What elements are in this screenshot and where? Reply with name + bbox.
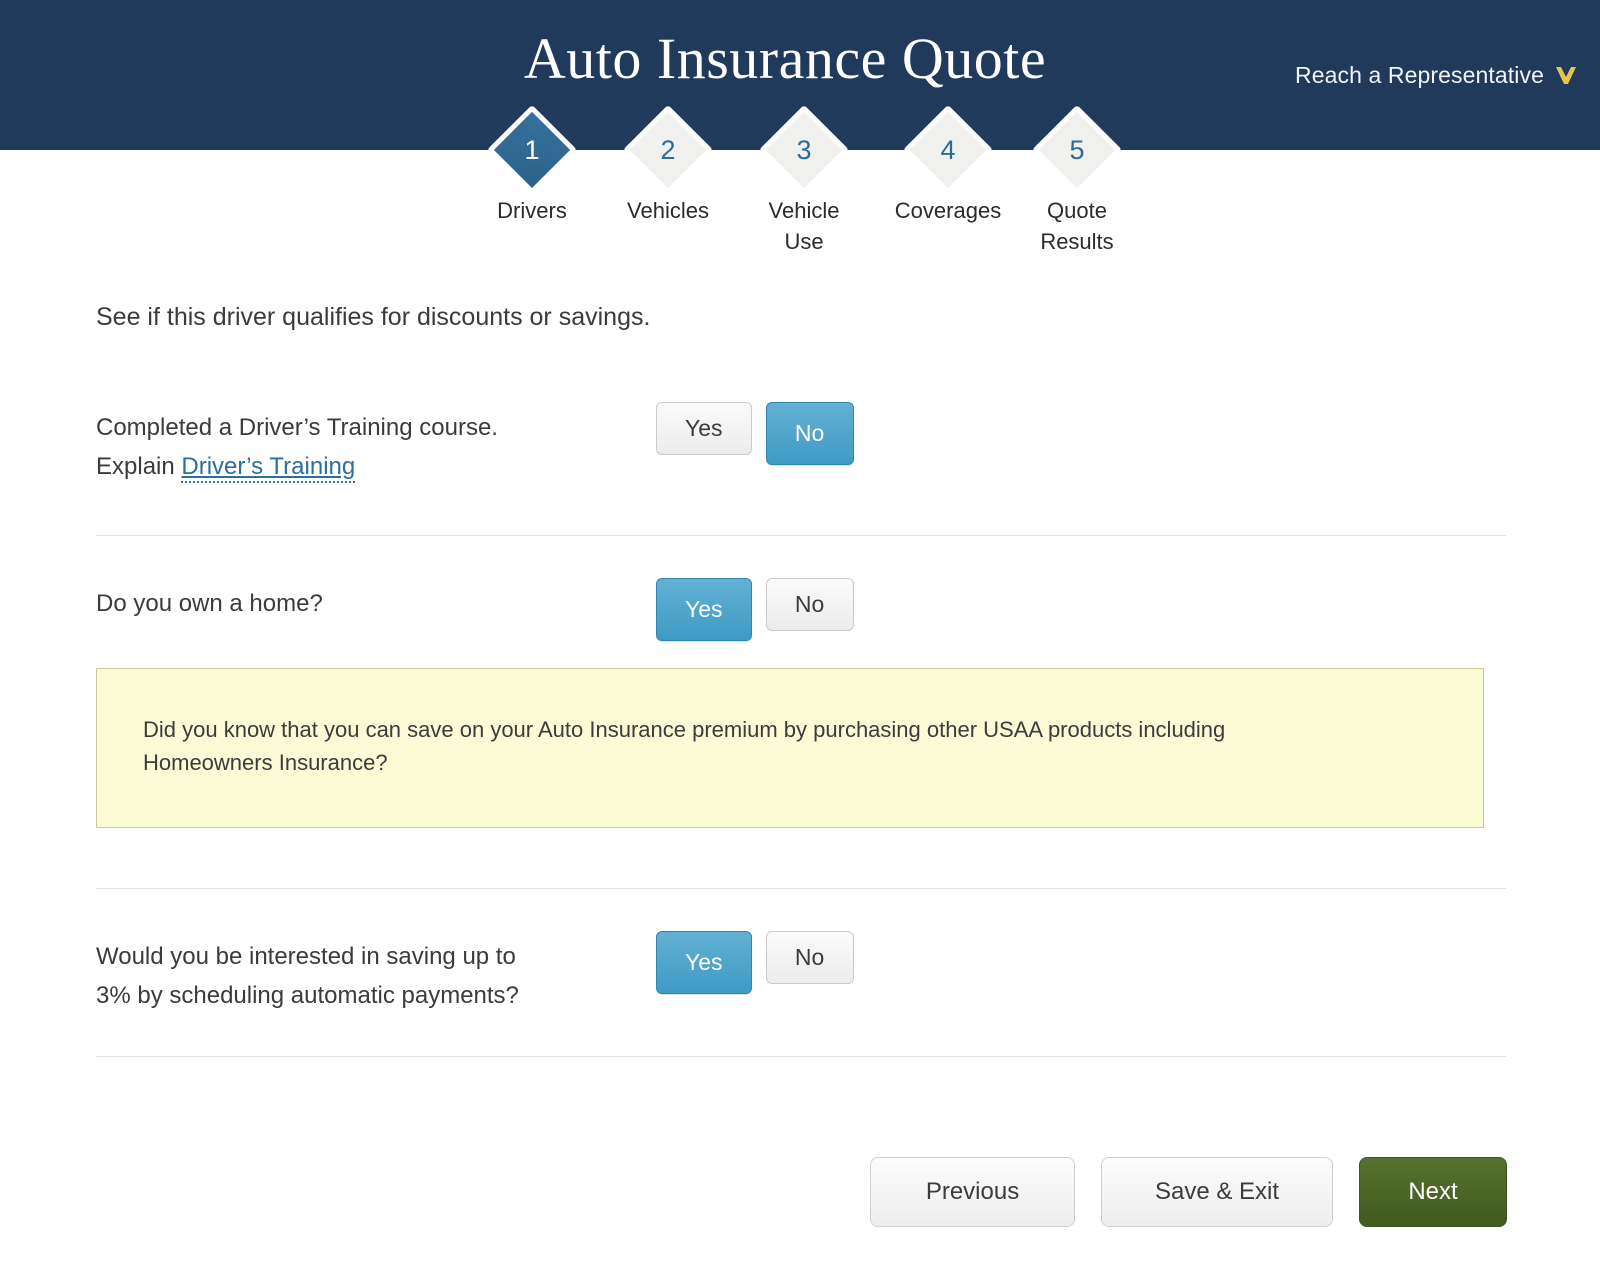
step-2-label: Vehicles <box>627 198 709 223</box>
question-automatic-payments-line2: 3% by scheduling automatic payments? <box>96 982 519 1009</box>
step-5-quote-results[interactable]: 5 Quote Results <box>1007 104 1147 257</box>
step-1-diamond: 1 <box>486 104 578 196</box>
divider-3 <box>96 1056 1506 1057</box>
step-4-diamond: 4 <box>902 104 994 196</box>
chevron-down-icon <box>1556 65 1576 87</box>
reach-a-representative-label: Reach a Representative <box>1295 62 1544 88</box>
step-2-number: 2 <box>660 134 676 165</box>
own-home-no-button[interactable]: No <box>765 578 854 631</box>
automatic-payments-yes-button[interactable]: Yes <box>656 931 752 994</box>
question-drivers-training-explain-prefix: Explain <box>96 453 182 480</box>
save-and-exit-button[interactable]: Save & Exit <box>1101 1157 1333 1227</box>
step-3-number: 3 <box>796 134 812 165</box>
step-2-diamond: 2 <box>622 104 714 196</box>
step-1-number: 1 <box>524 134 540 165</box>
divider-1 <box>96 535 1506 536</box>
progress-stepper: 1 Drivers 2 Vehicles 3 Vehicle Use 4 Cov… <box>0 104 1600 254</box>
question-drivers-training-line1: Completed a Driver’s Training course. <box>96 414 498 441</box>
own-home-yes-button[interactable]: Yes <box>656 578 752 641</box>
info-box: Did you know that you can save on your A… <box>96 668 1484 828</box>
previous-button[interactable]: Previous <box>870 1157 1075 1227</box>
question-own-home-line1: Do you own a home? <box>96 590 323 617</box>
step-3-diamond: 3 <box>758 104 850 196</box>
step-5-number: 5 <box>1069 134 1085 165</box>
drivers-training-link[interactable]: Driver’s Training <box>181 453 356 483</box>
next-button[interactable]: Next <box>1359 1157 1507 1227</box>
step-5-diamond: 5 <box>1031 104 1123 196</box>
question-automatic-payments-line1: Would you be interested in saving up to <box>96 943 516 970</box>
step-3-label: Vehicle Use <box>768 198 840 254</box>
divider-2 <box>96 888 1506 889</box>
drivers-training-no-button[interactable]: No <box>765 402 854 465</box>
question-own-home: Do you own a home? Yes No <box>96 578 1506 641</box>
question-automatic-payments-text: Would you be interested in saving up to … <box>96 931 646 1015</box>
question-own-home-text: Do you own a home? <box>96 578 646 623</box>
question-own-home-toggle: Yes No <box>656 578 854 641</box>
step-2-vehicles[interactable]: 2 Vehicles <box>598 104 738 226</box>
step-1-drivers[interactable]: 1 Drivers <box>462 104 602 226</box>
step-4-label: Coverages <box>894 198 1002 223</box>
step-4-coverages[interactable]: 4 Coverages <box>878 104 1018 226</box>
step-3-vehicle-use[interactable]: 3 Vehicle Use <box>734 104 874 257</box>
main-content: See if this driver qualifies for discoun… <box>96 300 1506 1057</box>
question-automatic-payments: Would you be interested in saving up to … <box>96 931 1506 1015</box>
reach-a-representative-menu[interactable]: Reach a Representative <box>1295 62 1576 89</box>
drivers-training-yes-button[interactable]: Yes <box>656 402 752 455</box>
step-1-label: Drivers <box>497 198 567 223</box>
question-drivers-training-toggle: Yes No <box>656 402 854 465</box>
question-automatic-payments-toggle: Yes No <box>656 931 854 994</box>
step-4-number: 4 <box>940 134 956 165</box>
footer-actions: Previous Save & Exit Next <box>0 1157 1507 1227</box>
step-5-label: Quote Results <box>1040 198 1114 254</box>
question-drivers-training-text: Completed a Driver’s Training course. Ex… <box>96 402 646 486</box>
info-box-message: Did you know that you can save on your A… <box>143 717 1226 775</box>
section-intro-text: See if this driver qualifies for discoun… <box>96 303 651 331</box>
automatic-payments-no-button[interactable]: No <box>765 931 854 984</box>
question-drivers-training: Completed a Driver’s Training course. Ex… <box>96 402 1506 486</box>
